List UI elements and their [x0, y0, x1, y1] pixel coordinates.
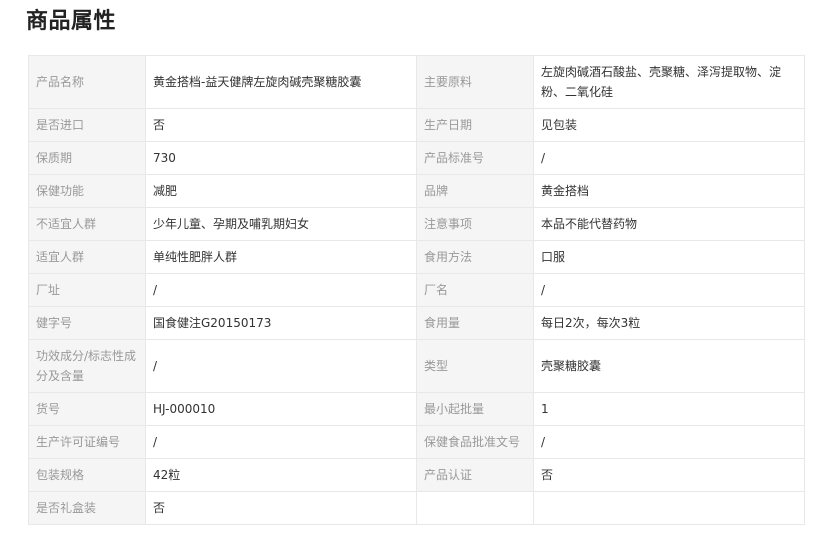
attribute-label: 货号: [28, 392, 146, 426]
table-row: 生产许可证编号 / 保健食品批准文号 /: [28, 425, 805, 459]
attribute-label: 厂名: [416, 273, 534, 307]
attribute-label: 厂址: [28, 273, 146, 307]
attribute-label: 是否礼盒装: [28, 491, 146, 525]
attribute-value: /: [533, 425, 805, 459]
attribute-value: 国食健注G20150173: [145, 306, 417, 340]
attribute-label: 产品认证: [416, 458, 534, 492]
table-row: 厂址 / 厂名 /: [28, 273, 805, 307]
empty-cell: [416, 491, 534, 525]
attribute-label: 类型: [416, 339, 534, 393]
attribute-value: 730: [145, 141, 417, 175]
table-row: 健字号 国食健注G20150173 食用量 每日2次，每次3粒: [28, 306, 805, 340]
attribute-label: 品牌: [416, 174, 534, 208]
attribute-label: 包装规格: [28, 458, 146, 492]
attribute-value: /: [145, 273, 417, 307]
attribute-value: 否: [145, 108, 417, 142]
section-title: 商品属性: [26, 9, 117, 34]
attribute-label: 功效成分/标志性成分及含量: [28, 339, 146, 393]
attribute-value: 黄金搭档: [533, 174, 805, 208]
attribute-value: 减肥: [145, 174, 417, 208]
table-row: 产品名称 黄金搭档-益天健牌左旋肉碱壳聚糖胶囊 主要原料 左旋肉碱酒石酸盐、壳聚…: [28, 55, 805, 109]
attribute-label: 适宜人群: [28, 240, 146, 274]
table-row: 保质期 730 产品标准号 /: [28, 141, 805, 175]
attribute-label: 保健食品批准文号: [416, 425, 534, 459]
attribute-label: 健字号: [28, 306, 146, 340]
attributes-table: 产品名称 黄金搭档-益天健牌左旋肉碱壳聚糖胶囊 主要原料 左旋肉碱酒石酸盐、壳聚…: [28, 55, 805, 525]
attribute-label: 保健功能: [28, 174, 146, 208]
table-row: 是否礼盒装 否: [28, 491, 805, 525]
attribute-value: 左旋肉碱酒石酸盐、壳聚糖、泽泻提取物、淀粉、二氧化硅: [533, 55, 805, 109]
table-row: 货号 HJ-000010 最小起批量 1: [28, 392, 805, 426]
attribute-label: 产品标准号: [416, 141, 534, 175]
table-row: 包装规格 42粒 产品认证 否: [28, 458, 805, 492]
table-row: 适宜人群 单纯性肥胖人群 食用方法 口服: [28, 240, 805, 274]
empty-cell: [533, 491, 805, 525]
table-row: 功效成分/标志性成分及含量 / 类型 壳聚糖胶囊: [28, 339, 805, 393]
attribute-label: 食用量: [416, 306, 534, 340]
attribute-value: /: [145, 339, 417, 393]
attribute-label: 注意事项: [416, 207, 534, 241]
attribute-label: 产品名称: [28, 55, 146, 109]
attribute-value: 本品不能代替药物: [533, 207, 805, 241]
attribute-value: 见包装: [533, 108, 805, 142]
attribute-value: HJ-000010: [145, 392, 417, 426]
attribute-value: /: [533, 141, 805, 175]
attribute-label: 最小起批量: [416, 392, 534, 426]
attribute-value: /: [145, 425, 417, 459]
attribute-value: 黄金搭档-益天健牌左旋肉碱壳聚糖胶囊: [145, 55, 417, 109]
attribute-value: 口服: [533, 240, 805, 274]
attribute-value: 42粒: [145, 458, 417, 492]
attribute-value: 少年儿童、孕期及哺乳期妇女: [145, 207, 417, 241]
attribute-value: 单纯性肥胖人群: [145, 240, 417, 274]
attribute-value: 1: [533, 392, 805, 426]
attribute-label: 食用方法: [416, 240, 534, 274]
attribute-value: 否: [145, 491, 417, 525]
attribute-label: 生产日期: [416, 108, 534, 142]
attribute-label: 是否进口: [28, 108, 146, 142]
attribute-label: 不适宜人群: [28, 207, 146, 241]
attribute-value: 否: [533, 458, 805, 492]
product-attributes-page: 商品属性 产品名称 黄金搭档-益天健牌左旋肉碱壳聚糖胶囊 主要原料 左旋肉碱酒石…: [0, 0, 832, 544]
table-row: 保健功能 减肥 品牌 黄金搭档: [28, 174, 805, 208]
attribute-label: 生产许可证编号: [28, 425, 146, 459]
attribute-label: 主要原料: [416, 55, 534, 109]
attribute-value: 每日2次，每次3粒: [533, 306, 805, 340]
attribute-value: 壳聚糖胶囊: [533, 339, 805, 393]
attribute-label: 保质期: [28, 141, 146, 175]
table-row: 不适宜人群 少年儿童、孕期及哺乳期妇女 注意事项 本品不能代替药物: [28, 207, 805, 241]
table-row: 是否进口 否 生产日期 见包装: [28, 108, 805, 142]
attribute-value: /: [533, 273, 805, 307]
